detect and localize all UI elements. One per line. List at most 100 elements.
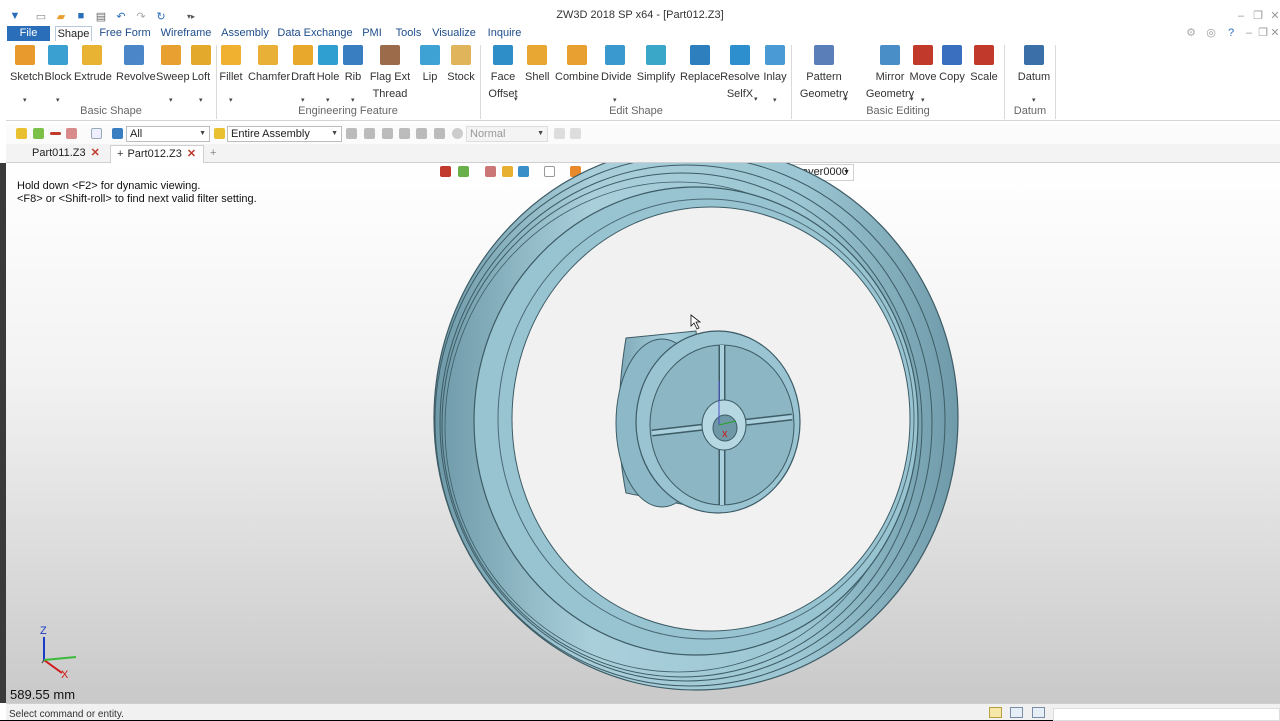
status-icon-a[interactable] (989, 707, 1002, 718)
ribbon-button-stock[interactable]: Stock (446, 42, 476, 106)
menu-visualize[interactable]: Visualize (431, 26, 477, 41)
window-minimize-doc-icon[interactable]: – (1242, 26, 1256, 40)
ribbon-button-replace[interactable]: Replace (680, 42, 720, 106)
menu-wireframe[interactable]: Wireframe (158, 26, 214, 41)
ribbon-button-scale[interactable]: Scale (970, 42, 998, 106)
ribbon-button-combine[interactable]: Combine (555, 42, 599, 106)
section-icon[interactable] (624, 166, 635, 177)
ribbon-button-fillet[interactable]: Fillet ▾ (218, 42, 244, 106)
select-all-icon[interactable] (91, 128, 102, 139)
close-window-icon[interactable]: ✕ (1268, 9, 1280, 23)
toolbar-icon-c[interactable] (382, 128, 393, 139)
dropdown-arrow-icon[interactable]: ▾ (229, 96, 233, 104)
menu-shape[interactable]: Shape (55, 26, 92, 41)
dropdown-arrow-icon[interactable]: ▾ (773, 96, 777, 104)
toolbar-icon-d[interactable] (399, 128, 410, 139)
help-icon[interactable]: ? (1224, 26, 1238, 40)
cube-view-icon[interactable] (518, 166, 529, 177)
ribbon-button-face[interactable]: Face Offset ▾ (486, 42, 520, 106)
toolbar-icon-a[interactable] (346, 128, 357, 139)
ribbon-button-copy[interactable]: Copy (938, 42, 966, 106)
ribbon-button-shell[interactable]: Shell (525, 42, 549, 106)
dropdown-arrow-icon[interactable]: ▾ (301, 96, 305, 104)
wireframe-icon[interactable] (544, 166, 555, 177)
filter-icon[interactable] (112, 128, 123, 139)
ribbon-button-sketch[interactable]: Sketch ▾ (10, 42, 44, 106)
dropdown-arrow-icon[interactable]: ▾ (921, 96, 925, 104)
settings-icon[interactable]: ⚙ (1184, 26, 1198, 40)
render-mode-select[interactable]: Normal ▼ (466, 126, 548, 142)
dropdown-arrow-icon[interactable]: ▾ (351, 96, 355, 104)
window-close-doc-icon[interactable]: ✕ (1268, 26, 1280, 40)
toolbar-icon-h[interactable] (570, 128, 581, 139)
add-icon[interactable] (33, 128, 44, 139)
ribbon-button-revolve[interactable]: Revolve (116, 42, 156, 106)
display-icon[interactable] (650, 166, 661, 177)
dropdown-arrow-icon[interactable]: ▾ (1032, 96, 1036, 104)
assembly-scope-select[interactable]: Entire Assembly ▼ (227, 126, 342, 142)
ribbon-button-move[interactable]: Move ▾ (908, 42, 938, 106)
ribbon-button-loft[interactable]: Loft ▾ (189, 42, 213, 106)
ribbon-button-pattern[interactable]: Pattern Geometry ▾ (798, 42, 850, 106)
toolbar-icon-e[interactable] (416, 128, 427, 139)
ribbon-button-chamfer[interactable]: Chamfer (248, 42, 290, 106)
status-icon-b[interactable] (1010, 707, 1023, 718)
dropdown-arrow-icon[interactable]: ▾ (199, 96, 203, 104)
color-icon[interactable] (725, 166, 736, 177)
pick-filter-icon[interactable] (16, 128, 27, 139)
ribbon-button-inlay[interactable]: Inlay ▾ (763, 42, 787, 106)
toolbar-icon-f[interactable] (434, 128, 445, 139)
dropdown-arrow-icon[interactable]: ▾ (754, 95, 758, 103)
ribbon-button-block[interactable]: Block ▾ (44, 42, 72, 106)
ribbon-button-rib[interactable]: Rib ▾ (343, 42, 363, 106)
ribbon-button-divide[interactable]: Divide ▾ (601, 42, 632, 106)
ribbon-button-resolve[interactable]: Resolve SelfX ▾ (720, 42, 760, 106)
dropdown-arrow-icon[interactable]: ▾ (23, 96, 27, 104)
ribbon-button-simplify[interactable]: Simplify (635, 42, 677, 106)
new-tab-button[interactable]: + (204, 145, 222, 163)
shade-icon[interactable] (502, 166, 513, 177)
dropdown-arrow-icon[interactable]: ▾ (56, 96, 60, 104)
menu-assembly[interactable]: Assembly (220, 26, 270, 41)
options-icon[interactable]: ◎ (1204, 26, 1218, 40)
menu-file[interactable]: File (7, 26, 50, 41)
rim-model[interactable] (433, 163, 959, 691)
dropdown-arrow-icon[interactable]: ▾ (169, 96, 173, 104)
dropdown-arrow-icon[interactable]: ▾ (326, 96, 330, 104)
command-input[interactable] (1053, 708, 1280, 721)
dropdown-arrow-icon[interactable]: ▾ (613, 96, 617, 104)
status-icon-c[interactable] (1032, 707, 1045, 718)
ribbon-button-flag-ext[interactable]: Flag Ext Thread (368, 42, 412, 106)
normal-mode-icon[interactable] (452, 128, 463, 139)
grid-icon[interactable] (66, 128, 77, 139)
dropdown-arrow-icon[interactable]: ▾ (514, 95, 518, 103)
view-icon[interactable] (676, 166, 687, 177)
hub-model[interactable]: x (615, 330, 801, 514)
assembly-icon[interactable] (214, 128, 225, 139)
render-icon[interactable] (570, 166, 581, 177)
close-tab-icon[interactable]: ✕ (91, 147, 100, 159)
menu-inquire[interactable]: Inquire (485, 26, 524, 41)
pencil-icon[interactable] (485, 166, 496, 177)
ribbon-button-draft[interactable]: Draft ▾ (290, 42, 316, 106)
ribbon-button-hole[interactable]: Hole ▾ (316, 42, 340, 106)
toolbar-icon-b[interactable] (364, 128, 375, 139)
menu-data-exchange[interactable]: Data Exchange (276, 26, 354, 41)
ribbon-button-lip[interactable]: Lip (418, 42, 442, 106)
ribbon-button-extrude[interactable]: Extrude (74, 42, 112, 106)
3d-viewport[interactable]: Hold down <F2> for dynamic viewing. <F8>… (6, 163, 1280, 703)
tab-part011[interactable]: Part011.Z3 ✕ (26, 145, 108, 163)
restore-icon[interactable]: ❐ (1251, 9, 1265, 23)
exit-icon[interactable] (440, 166, 451, 177)
menu-pmi[interactable]: PMI (360, 26, 384, 41)
ribbon-button-datum[interactable]: Datum ▾ (1017, 42, 1051, 106)
palette-icon[interactable] (740, 166, 751, 177)
light-icon[interactable] (598, 166, 609, 177)
view-filter-icon[interactable] (458, 166, 469, 177)
filter-select[interactable]: All ▼ (126, 126, 210, 142)
tab-part012[interactable]: + Part012.Z3 ✕ (110, 145, 204, 163)
remove-icon[interactable] (50, 132, 61, 135)
ribbon-button-sweep[interactable]: Sweep ▾ (156, 42, 190, 106)
toolbar-icon-g[interactable] (554, 128, 565, 139)
menu-tools[interactable]: Tools (392, 26, 425, 41)
